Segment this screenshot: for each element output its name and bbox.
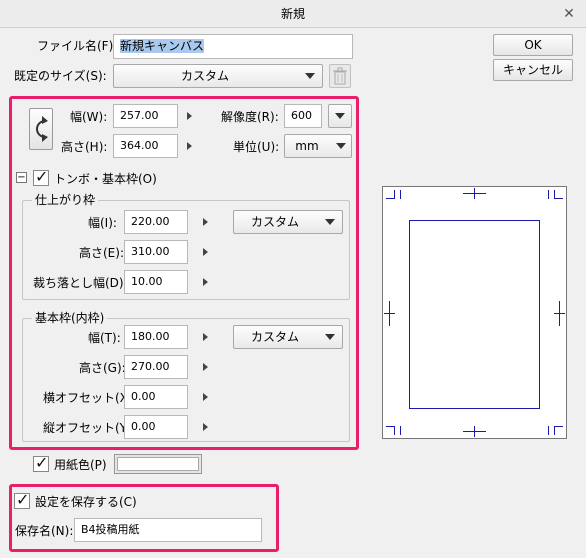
canvas-width-label: 幅(W): <box>70 110 108 124</box>
x-offset-input[interactable]: 0.00 <box>124 385 188 409</box>
base-preset-select[interactable]: カスタム <box>233 325 343 349</box>
y-offset-input[interactable]: 0.00 <box>124 415 188 439</box>
preset-size-label: 既定のサイズ(S): <box>14 69 107 83</box>
finish-preset-value: カスタム <box>250 215 299 229</box>
unit-label: 単位(U): <box>233 140 280 154</box>
finish-preset-select[interactable]: カスタム <box>233 210 343 234</box>
window-title: 新規 <box>280 7 305 21</box>
base-preset-value: カスタム <box>250 330 299 344</box>
chevron-down-icon <box>336 143 346 149</box>
finish-height-stepper-icon[interactable] <box>203 248 208 256</box>
resolution-input[interactable]: 600 <box>284 104 322 128</box>
swap-orientation-button[interactable] <box>29 108 53 150</box>
preset-size-select[interactable]: カスタム <box>113 64 323 88</box>
bleed-input[interactable]: 10.00 <box>124 270 188 294</box>
canvas-height-label: 高さ(H): <box>61 140 108 154</box>
preset-size-value: カスタム <box>180 69 229 83</box>
file-name-input[interactable]: 新規キャンバス <box>113 34 353 59</box>
resolution-label: 解像度(R): <box>221 110 279 124</box>
width-stepper-icon[interactable] <box>187 112 192 120</box>
finish-width-stepper-icon[interactable] <box>203 218 208 226</box>
chevron-down-icon <box>335 113 345 119</box>
rotate-icon <box>36 116 48 142</box>
resolution-dropdown-button[interactable] <box>328 104 352 128</box>
save-name-label: 保存名(N): <box>15 524 74 538</box>
delete-preset-button[interactable] <box>329 64 351 88</box>
paper-color-label: 用紙色(P) <box>54 458 107 472</box>
y-offset-stepper-icon[interactable] <box>203 423 208 431</box>
canvas-preview <box>382 186 567 439</box>
unit-select[interactable]: mm <box>284 134 352 158</box>
canvas-height-input[interactable]: 364.00 <box>113 134 178 158</box>
base-height-stepper-icon[interactable] <box>203 363 208 371</box>
save-name-input[interactable]: B4投稿用紙 <box>74 518 262 542</box>
base-height-input[interactable]: 270.00 <box>124 355 188 379</box>
paper-color-checkbox[interactable] <box>33 453 49 472</box>
base-height-label: 高さ(G): <box>79 361 126 375</box>
save-settings-checkbox[interactable] <box>14 490 30 509</box>
base-width-stepper-icon[interactable] <box>203 333 208 341</box>
finish-frame-legend: 仕上がり枠 <box>32 193 99 207</box>
base-frame-legend: 基本枠(内枠) <box>32 311 108 325</box>
trash-icon <box>333 67 347 85</box>
bleed-label: 裁ち落とし幅(D): <box>33 276 128 290</box>
ok-button[interactable]: OK <box>493 34 573 56</box>
cancel-button[interactable]: キャンセル <box>493 59 573 81</box>
chevron-down-icon <box>325 334 335 340</box>
y-offset-label: 縦オフセット(Y): <box>43 421 136 435</box>
save-settings-label: 設定を保存する(C) <box>35 495 137 509</box>
file-name-value: 新規キャンバス <box>120 39 205 53</box>
base-frame-rect <box>409 220 540 409</box>
preview-diagram <box>384 188 565 437</box>
base-width-label: 幅(T): <box>88 331 121 345</box>
unit-value: mm <box>295 139 319 153</box>
tombo-label: トンボ・基本枠(O) <box>54 172 157 186</box>
title-bar: 新規 <box>0 0 586 28</box>
x-offset-label: 横オフセット(X): <box>43 391 137 405</box>
paper-color-swatch-button[interactable] <box>114 454 202 474</box>
finish-height-label: 高さ(E): <box>79 246 124 260</box>
height-stepper-icon[interactable] <box>187 142 192 150</box>
close-icon[interactable]: ✕ <box>560 5 578 23</box>
x-offset-stepper-icon[interactable] <box>203 393 208 401</box>
tombo-checkbox[interactable] <box>33 167 49 186</box>
collapse-icon[interactable]: − <box>16 172 27 183</box>
chevron-down-icon <box>325 219 335 225</box>
finish-height-input[interactable]: 310.00 <box>124 240 188 264</box>
bleed-stepper-icon[interactable] <box>203 278 208 286</box>
paper-color-swatch <box>117 457 199 471</box>
finish-width-label: 幅(I): <box>88 216 117 230</box>
chevron-down-icon <box>305 73 315 79</box>
base-width-input[interactable]: 180.00 <box>124 325 188 349</box>
finish-width-input[interactable]: 220.00 <box>124 210 188 234</box>
file-name-label: ファイル名(F): <box>37 39 118 53</box>
canvas-width-input[interactable]: 257.00 <box>113 104 178 128</box>
